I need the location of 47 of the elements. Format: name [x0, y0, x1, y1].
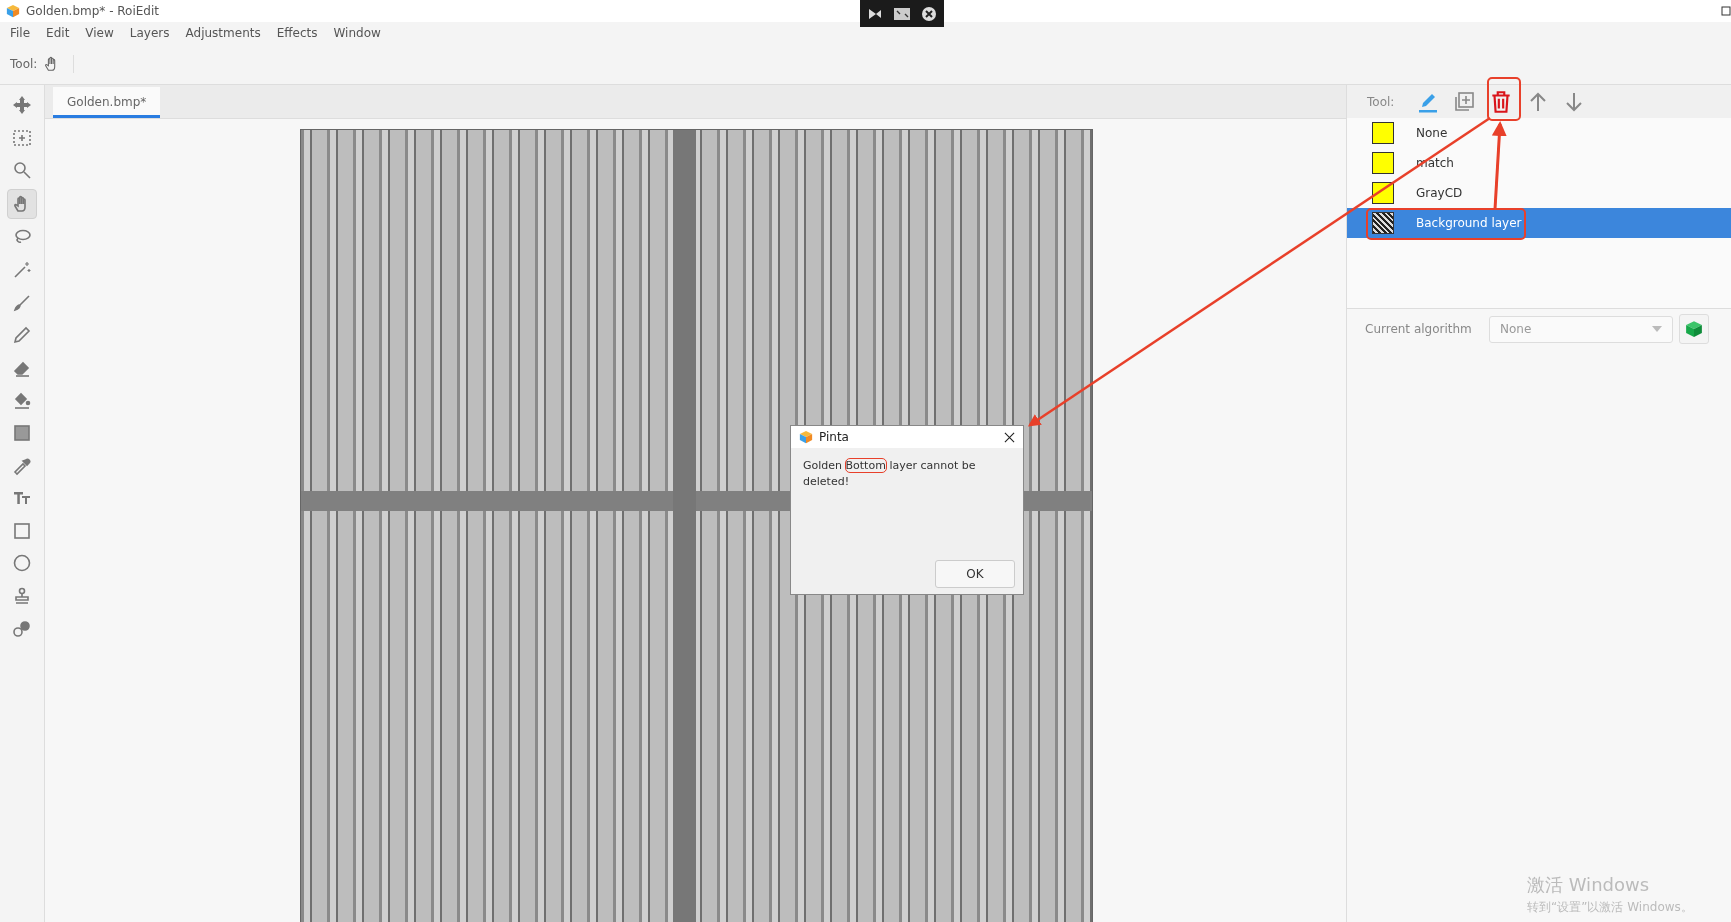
layer-row[interactable]: GrayCD	[1347, 178, 1731, 208]
menu-item[interactable]: Window	[333, 26, 381, 40]
tool-label: Tool:	[10, 57, 38, 71]
close-icon[interactable]	[921, 5, 937, 22]
pan-tool-button[interactable]	[7, 188, 37, 219]
pencil-icon	[12, 325, 32, 346]
selection-icon	[12, 127, 32, 148]
cube-icon	[1685, 320, 1703, 338]
annotation-box: Bottom	[845, 459, 886, 472]
menu-item[interactable]: View	[85, 26, 114, 40]
menu-item[interactable]: File	[10, 26, 31, 40]
dialog-title: Pinta	[819, 430, 849, 444]
close-icon[interactable]	[1004, 431, 1015, 443]
cube-logo-icon	[6, 4, 20, 18]
menu-item[interactable]: Layers	[129, 26, 170, 40]
brush-icon	[12, 292, 32, 313]
ok-button[interactable]: OK	[935, 560, 1015, 588]
gradient-icon	[12, 422, 32, 443]
circle-icon	[12, 553, 32, 574]
paint-bucket-icon	[12, 390, 32, 411]
menu-item[interactable]: Effects	[276, 26, 318, 40]
menu-item[interactable]: Edit	[46, 26, 70, 40]
document-tab[interactable]: Golden.bmp*	[53, 87, 161, 118]
maximize-icon[interactable]	[1721, 6, 1731, 16]
annotation-box	[1487, 77, 1521, 121]
recolor-icon	[12, 618, 32, 639]
cube-logo-icon	[799, 430, 813, 444]
layer-row[interactable]: None	[1347, 118, 1731, 148]
dialog-message: Golden Bottom layer cannot be deleted!	[803, 458, 977, 490]
magic-wand-icon	[12, 259, 32, 280]
zoom-icon	[12, 160, 32, 181]
hand-icon	[43, 55, 75, 73]
move-arrows-icon	[12, 95, 32, 115]
stamp-icon	[12, 585, 32, 606]
algorithm-label: Current algorithm	[1365, 322, 1473, 336]
caret-icon	[1652, 326, 1662, 332]
restore-icon[interactable]	[893, 6, 911, 21]
layer-row[interactable]: Background layer	[1347, 208, 1731, 238]
rectangle-icon	[12, 520, 32, 541]
window-title: Golden.bmp* - RoiEdit	[26, 4, 159, 18]
add-layer-icon[interactable]	[1452, 89, 1477, 114]
activation-title: 激活 Windows	[1527, 873, 1651, 897]
layer-thumbnail	[1372, 212, 1394, 234]
menu-item[interactable]: Adjustments	[185, 26, 261, 40]
tool-label: Tool:	[1367, 94, 1395, 109]
eyedropper-icon	[12, 455, 32, 476]
cube-button[interactable]	[1679, 314, 1709, 344]
